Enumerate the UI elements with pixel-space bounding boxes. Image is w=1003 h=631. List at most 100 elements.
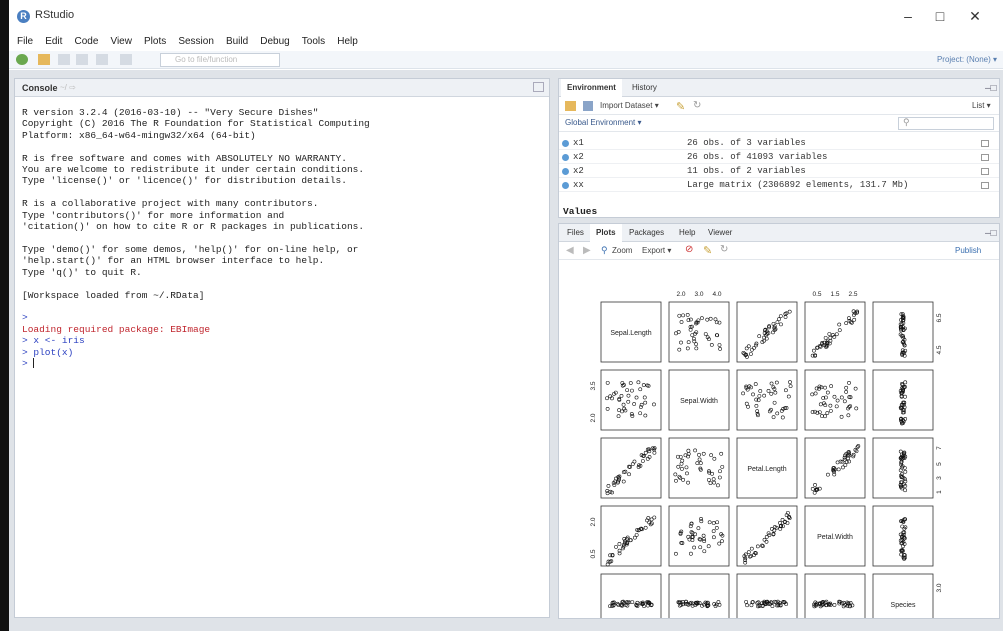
env-row[interactable]: x2 26 obs. of 41093 variables: [559, 151, 999, 164]
minimize-pane-icon[interactable]: –□: [985, 228, 997, 239]
console-line: >: [22, 312, 28, 324]
env-row[interactable]: x2 11 obs. of 2 variables: [559, 165, 999, 178]
code-tools-icon[interactable]: [120, 54, 132, 65]
axis-tick-label: 2.5: [848, 291, 857, 298]
minimize-button[interactable]: –: [893, 4, 923, 28]
axis-tick-label: 1.5: [830, 291, 839, 298]
env-row[interactable]: x1 26 obs. of 3 variables: [559, 137, 999, 150]
axis-tick-label: 7: [936, 446, 943, 450]
scatter-panel: [668, 573, 730, 618]
view-data-icon[interactable]: [981, 154, 989, 161]
global-environment-dropdown[interactable]: Global Environment ▾: [565, 118, 642, 127]
project-menu[interactable]: Project: (None) ▾: [937, 53, 997, 67]
menu-list: File Edit Code View Plots Session Build …: [17, 33, 367, 50]
tab-help[interactable]: Help: [673, 224, 701, 242]
maximize-button[interactable]: □: [925, 4, 955, 28]
tab-packages[interactable]: Packages: [623, 224, 670, 242]
maximize-pane-icon[interactable]: [533, 82, 544, 92]
values-section-header: Values: [563, 206, 598, 217]
axis-tick-label: 2.0: [590, 517, 597, 526]
scatter-panel: [668, 505, 730, 567]
view-data-icon[interactable]: [981, 182, 989, 189]
console-line: R is a collaborative project with many c…: [22, 198, 319, 210]
menu-code[interactable]: Code: [74, 33, 98, 50]
console-line: You are welcome to redistribute it under…: [22, 164, 365, 176]
save-workspace-icon[interactable]: [583, 101, 593, 111]
variable-label: Petal.Length: [747, 466, 786, 473]
tab-plots[interactable]: Plots: [590, 224, 622, 242]
environment-tabs: [559, 79, 999, 97]
menu-build[interactable]: Build: [226, 33, 248, 50]
go-to-file-input[interactable]: Go to file/function: [160, 53, 280, 67]
console-line: Loading required package: EBImage: [22, 323, 211, 335]
tab-files[interactable]: Files: [561, 224, 590, 242]
variable-label: Sepal.Width: [680, 398, 718, 405]
main-toolbar: [9, 51, 1003, 69]
clear-workspace-icon[interactable]: ✎: [676, 100, 685, 113]
console-output: R version 3.2.4 (2016-03-10) -- "Very Se…: [22, 107, 542, 369]
print-icon[interactable]: [96, 54, 108, 65]
menu-file[interactable]: File: [17, 33, 33, 50]
publish-button[interactable]: Publish: [955, 246, 981, 255]
new-file-icon[interactable]: [16, 54, 28, 65]
console-line: Platform: x86_64-w64-mingw32/x64 (64-bit…: [22, 129, 256, 141]
tab-viewer[interactable]: Viewer: [702, 224, 738, 242]
scatter-panel: [736, 369, 798, 431]
export-button[interactable]: Export ▾: [642, 246, 671, 255]
menu-session[interactable]: Session: [178, 33, 214, 50]
axis-tick-label: 3: [936, 476, 943, 480]
open-project-icon[interactable]: [38, 54, 50, 65]
window-title: RStudio: [35, 9, 75, 21]
forward-arrow-icon[interactable]: ▶: [583, 245, 591, 256]
remove-plot-icon[interactable]: ⊘: [685, 244, 693, 255]
scatter-panel: [600, 369, 662, 431]
menu-tools[interactable]: Tools: [302, 33, 325, 50]
menu-plots[interactable]: Plots: [144, 33, 166, 50]
zoom-icon[interactable]: ⚲: [601, 245, 608, 256]
import-dataset-button[interactable]: Import Dataset ▾: [600, 101, 659, 110]
menu-edit[interactable]: Edit: [45, 33, 62, 50]
text-cursor: [33, 358, 35, 369]
tab-environment[interactable]: Environment: [561, 79, 622, 97]
console-line: Type 'demo()' for some demos, 'help()' f…: [22, 243, 359, 255]
save-all-icon[interactable]: [76, 54, 88, 65]
dataframe-icon: [562, 182, 569, 189]
console-line: Type 'q()' to quit R.: [22, 266, 142, 278]
pairs-plot: Sepal.Length Sepal.Width Petal.Length Petal…: [590, 291, 943, 618]
save-icon[interactable]: [58, 54, 70, 65]
environment-search-input[interactable]: ⚲: [898, 117, 994, 130]
env-row[interactable]: xx Large matrix (2306892 elements, 131.7 …: [559, 179, 999, 192]
list-view-dropdown[interactable]: List ▾: [972, 101, 991, 110]
axis-tick-label: 2.0: [590, 413, 597, 422]
minimize-pane-icon[interactable]: –□: [985, 83, 997, 94]
open-folder-icon[interactable]: [565, 101, 576, 111]
rstudio-logo-icon: R: [17, 10, 30, 23]
zoom-button[interactable]: Zoom: [612, 246, 632, 255]
menu-help[interactable]: Help: [337, 33, 358, 50]
axis-tick-label: 6.5: [936, 313, 943, 322]
console-line: > x <- iris: [22, 335, 85, 347]
refresh-icon[interactable]: ↻: [720, 244, 728, 255]
scatter-panel: [736, 573, 798, 618]
tab-history[interactable]: History: [626, 79, 663, 97]
dataframe-icon: [562, 140, 569, 147]
refresh-icon[interactable]: ↻: [693, 100, 701, 111]
close-button[interactable]: ✕: [960, 4, 990, 28]
view-data-icon[interactable]: [981, 140, 989, 147]
console-line: R version 3.2.4 (2016-03-10) -- "Very Se…: [22, 107, 319, 118]
status-bar: [9, 623, 1003, 631]
console-working-dir[interactable]: ~/ ⇨: [60, 83, 76, 92]
variable-label: Sepal.Length: [610, 330, 651, 337]
back-arrow-icon[interactable]: ◀: [566, 245, 574, 256]
console-prompt[interactable]: >: [22, 358, 542, 369]
clear-plots-icon[interactable]: ✎: [703, 244, 712, 257]
console-tab[interactable]: Console: [22, 83, 58, 93]
menu-view[interactable]: View: [110, 33, 132, 50]
menu-debug[interactable]: Debug: [260, 33, 289, 50]
view-data-icon[interactable]: [981, 168, 989, 175]
dataframe-icon: [562, 168, 569, 175]
